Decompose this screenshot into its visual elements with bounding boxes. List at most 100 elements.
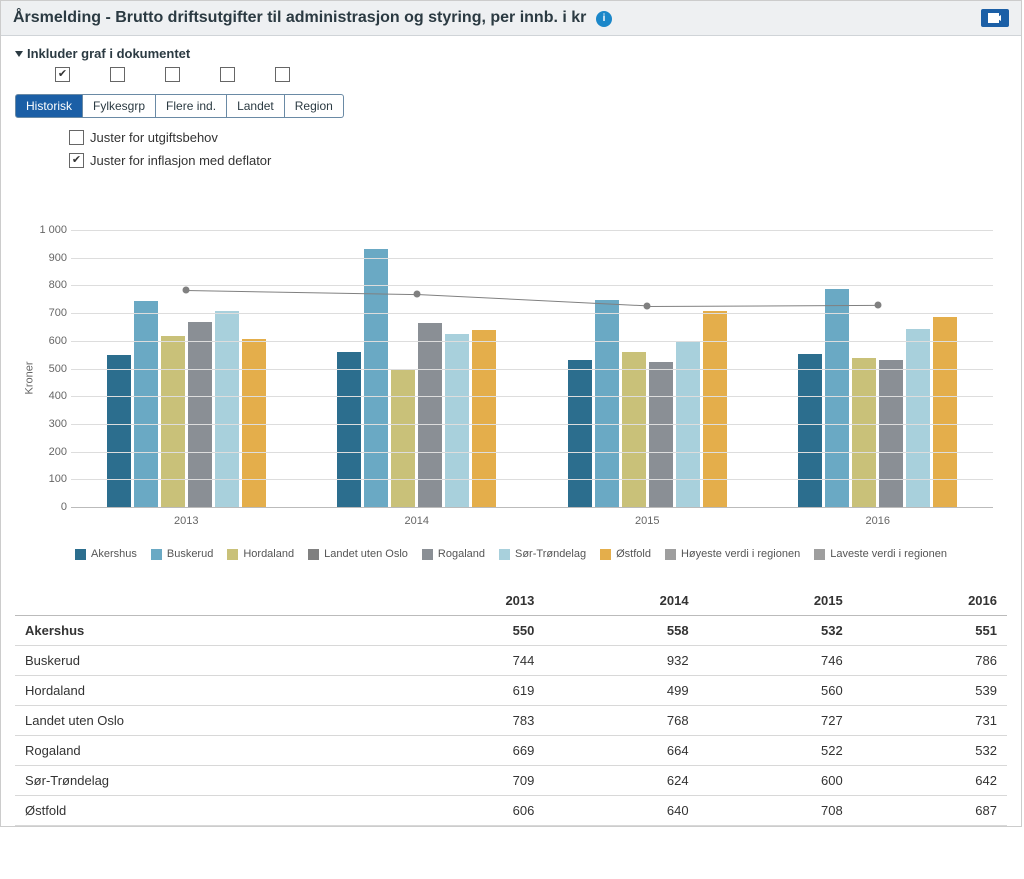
legend-label: Rogaland	[438, 548, 485, 560]
legend-swatch	[227, 549, 238, 560]
row-value: 746	[699, 646, 853, 676]
row-value: 731	[853, 706, 1007, 736]
include-checkbox-1[interactable]	[110, 67, 125, 82]
legend-label: Laveste verdi i regionen	[830, 548, 947, 560]
legend-swatch	[499, 549, 510, 560]
row-value: 783	[390, 706, 544, 736]
y-tick-label: 400	[29, 390, 67, 402]
data-table: 2013201420152016 Akershus550558532551Bus…	[15, 586, 1007, 826]
legend-swatch	[665, 549, 676, 560]
row-value: 522	[699, 736, 853, 766]
legend-item[interactable]: Landet uten Oslo	[308, 548, 408, 560]
bar	[852, 358, 876, 507]
chart-legend: Akershus Buskerud Hordaland Landet uten Osl…	[15, 548, 1007, 560]
legend-item[interactable]: Akershus	[75, 548, 137, 560]
tab-fylkesgrp[interactable]: Fylkesgrp	[83, 94, 156, 118]
legend-item[interactable]: Rogaland	[422, 548, 485, 560]
adjust-options: Juster for utgiftsbehov Juster for inflas…	[69, 130, 1007, 168]
y-tick-label: 1 000	[29, 224, 67, 236]
bar	[107, 355, 131, 507]
table-row: Østfold606640708687	[15, 796, 1007, 826]
table-header-blank	[15, 586, 390, 616]
bar	[649, 362, 673, 507]
bar	[798, 354, 822, 507]
include-checkbox-2[interactable]	[165, 67, 180, 82]
row-value: 786	[853, 646, 1007, 676]
table-row: Sør-Trøndelag709624600642	[15, 766, 1007, 796]
table-row: Rogaland669664522532	[15, 736, 1007, 766]
legend-item[interactable]: Laveste verdi i regionen	[814, 548, 947, 560]
row-value: 539	[853, 676, 1007, 706]
y-tick-label: 300	[29, 418, 67, 430]
option-checkbox-1[interactable]	[69, 153, 84, 168]
y-tick-label: 0	[29, 501, 67, 513]
legend-label: Akershus	[91, 548, 137, 560]
panel-body: Inkluder graf i dokumentet HistoriskFylk…	[1, 36, 1021, 826]
y-tick-label: 600	[29, 335, 67, 347]
legend-item[interactable]: Sør-Trøndelag	[499, 548, 586, 560]
bar	[568, 360, 592, 507]
y-tick-label: 500	[29, 363, 67, 375]
bar	[825, 289, 849, 507]
include-checkbox-0[interactable]	[55, 67, 70, 82]
bar	[134, 301, 158, 507]
include-checkbox-4[interactable]	[275, 67, 290, 82]
bar	[595, 300, 619, 507]
info-icon[interactable]: i	[596, 11, 612, 27]
legend-item[interactable]: Østfold	[600, 548, 651, 560]
row-value: 932	[544, 646, 698, 676]
table-header-year: 2013	[390, 586, 544, 616]
row-label: Landet uten Oslo	[15, 706, 390, 736]
legend-label: Landet uten Oslo	[324, 548, 408, 560]
option-label: Juster for utgiftsbehov	[90, 130, 218, 145]
row-value: 687	[853, 796, 1007, 826]
y-tick-label: 900	[29, 252, 67, 264]
row-value: 532	[853, 736, 1007, 766]
tab-landet[interactable]: Landet	[227, 94, 285, 118]
table-row: Akershus550558532551	[15, 616, 1007, 646]
row-value: 727	[699, 706, 853, 736]
include-graph-checkboxes	[55, 67, 1007, 82]
table-header-year: 2014	[544, 586, 698, 616]
table-header-year: 2016	[853, 586, 1007, 616]
row-value: 709	[390, 766, 544, 796]
plot-area: 2013201420152016 01002003004005006007008…	[71, 230, 993, 508]
row-label: Akershus	[15, 616, 390, 646]
tab-flereind[interactable]: Flere ind.	[156, 94, 227, 118]
legend-item[interactable]: Hordaland	[227, 548, 294, 560]
legend-swatch	[422, 549, 433, 560]
legend-swatch	[308, 549, 319, 560]
row-value: 560	[699, 676, 853, 706]
legend-item[interactable]: Høyeste verdi i regionen	[665, 548, 800, 560]
option-label: Juster for inflasjon med deflator	[90, 153, 271, 168]
bar	[879, 360, 903, 507]
bar	[906, 329, 930, 507]
table-row: Hordaland619499560539	[15, 676, 1007, 706]
legend-swatch	[814, 549, 825, 560]
row-value: 600	[699, 766, 853, 796]
panel-header: Årsmelding - Brutto driftsutgifter til a…	[1, 1, 1021, 36]
export-button[interactable]	[981, 9, 1009, 27]
row-label: Buskerud	[15, 646, 390, 676]
x-tick-label: 2013	[71, 515, 302, 527]
chart: Kroner 2013201420152016 0100200300400500…	[25, 218, 997, 538]
row-value: 550	[390, 616, 544, 646]
row-label: Sør-Trøndelag	[15, 766, 390, 796]
include-graph-toggle[interactable]: Inkluder graf i dokumentet	[15, 46, 1007, 61]
include-checkbox-3[interactable]	[220, 67, 235, 82]
legend-swatch	[75, 549, 86, 560]
y-tick-label: 100	[29, 473, 67, 485]
legend-item[interactable]: Buskerud	[151, 548, 213, 560]
legend-label: Hordaland	[243, 548, 294, 560]
bar	[391, 369, 415, 507]
row-value: 640	[544, 796, 698, 826]
tab-region[interactable]: Region	[285, 94, 344, 118]
option-checkbox-0[interactable]	[69, 130, 84, 145]
bar	[161, 336, 185, 507]
tab-historisk[interactable]: Historisk	[15, 94, 83, 118]
row-value: 606	[390, 796, 544, 826]
y-tick-label: 800	[29, 279, 67, 291]
row-value: 532	[699, 616, 853, 646]
bar	[622, 352, 646, 507]
bar	[472, 330, 496, 507]
